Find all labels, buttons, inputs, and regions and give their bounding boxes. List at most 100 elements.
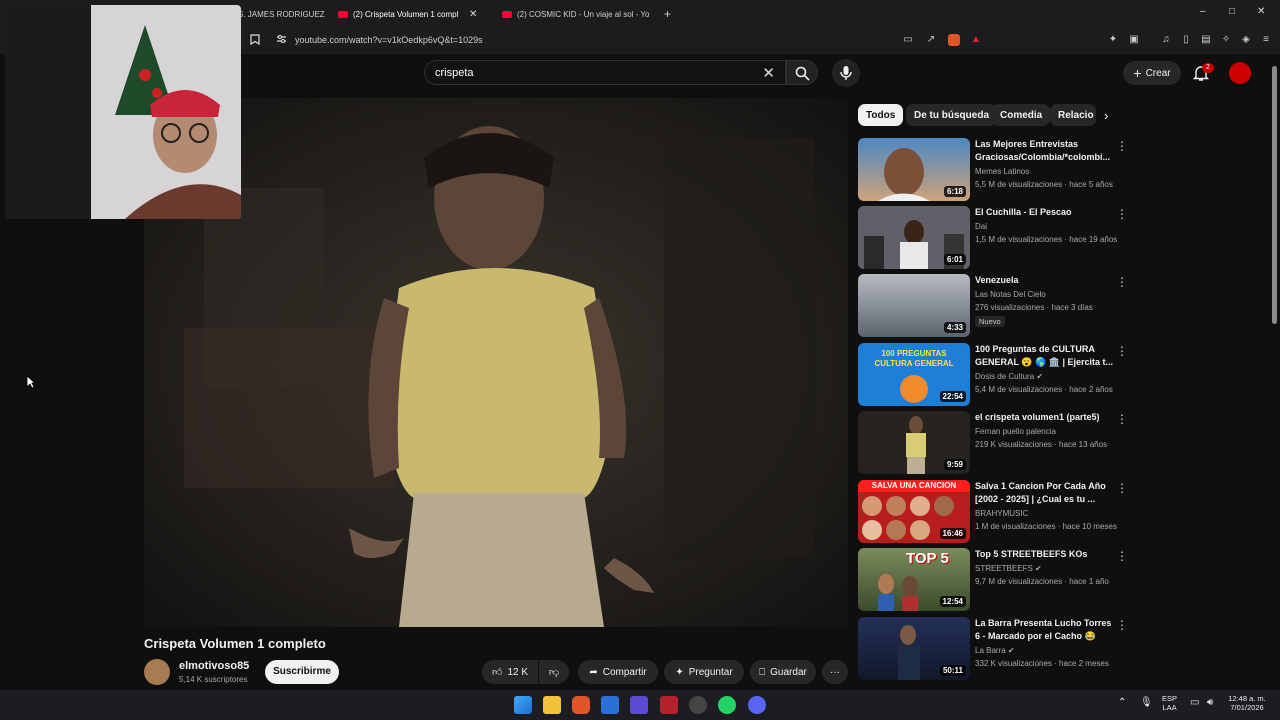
video-player[interactable] <box>144 98 848 627</box>
microsoft-store-icon[interactable] <box>601 696 619 714</box>
clear-search-icon[interactable]: ✕ <box>762 64 775 82</box>
chip-todos[interactable]: Todos <box>858 104 904 126</box>
chevron-right-icon[interactable]: › <box>1104 108 1108 123</box>
bookmark-icon[interactable] <box>249 34 261 46</box>
voice-search-button[interactable] <box>832 59 860 87</box>
browser-tab-1[interactable]: S. JAMES RODRIGUEZ <box>238 4 330 24</box>
game-app-icon[interactable] <box>630 696 648 714</box>
site-settings-icon[interactable] <box>275 34 287 46</box>
rec-channel[interactable]: La Barra ✔ <box>975 646 1125 655</box>
chip-comedia[interactable]: Comedia <box>992 104 1051 126</box>
file-explorer-icon[interactable] <box>543 696 561 714</box>
microphone-tray-icon[interactable]: 🎙︎ <box>1140 697 1153 708</box>
url-field[interactable]: youtube.com/watch?v=v1kOedkp6vQ&t=1029s <box>295 35 483 45</box>
rec-title[interactable]: Venezuela <box>975 274 1115 287</box>
rec-channel[interactable]: BRAHYMUSIC <box>975 509 1125 518</box>
search-button[interactable] <box>786 60 818 85</box>
share-button[interactable]: ➦ Compartir <box>578 660 658 684</box>
close-window-button[interactable]: ✕ <box>1257 6 1265 17</box>
list-item[interactable]: TOP 5 12:54 Top 5 STREETBEEFS KOs STREET… <box>858 548 1130 612</box>
calendar-app-icon[interactable] <box>660 696 678 714</box>
rec-title[interactable]: Las Mejores Entrevistas Graciosas/Colomb… <box>975 138 1115 164</box>
more-actions-button[interactable]: ··· <box>822 660 848 684</box>
kebab-menu-icon[interactable]: ⋮ <box>1116 139 1128 153</box>
list-item[interactable]: 9:59 el crispeta volumen1 (parte5) Ferna… <box>858 411 1130 475</box>
kebab-menu-icon[interactable]: ⋮ <box>1116 618 1128 632</box>
rec-title[interactable]: La Barra Presenta Lucho Torres 6 - Marca… <box>975 617 1115 643</box>
create-button[interactable]: + Crear <box>1123 61 1181 85</box>
menu-icon[interactable]: ≡ <box>1260 34 1272 46</box>
video-thumbnail[interactable]: TOP 5 12:54 <box>858 548 970 611</box>
rec-channel[interactable]: STREETBEEFS ✔ <box>975 564 1125 573</box>
channel-avatar[interactable] <box>144 659 170 685</box>
video-thumbnail[interactable]: 100 PREGUNTAS CULTURA GENERAL 22:54 <box>858 343 970 406</box>
new-tab-button[interactable]: + <box>664 4 671 24</box>
brave-rewards-icon[interactable]: ▲ <box>970 34 982 46</box>
ask-button[interactable]: ✦ Preguntar <box>664 660 744 684</box>
kebab-menu-icon[interactable]: ⋮ <box>1116 275 1128 289</box>
list-item[interactable]: 6:18 Las Mejores Entrevistas Graciosas/C… <box>858 138 1130 202</box>
extensions-icon[interactable]: ✦ <box>1107 34 1119 46</box>
kebab-menu-icon[interactable]: ⋮ <box>1116 549 1128 563</box>
rec-channel[interactable]: Las Notas Del Cielo <box>975 290 1125 299</box>
rec-title[interactable]: Top 5 STREETBEEFS KOs <box>975 548 1115 561</box>
list-item[interactable]: 4:33 Venezuela Las Notas Del Cielo 276 v… <box>858 274 1130 338</box>
rec-channel[interactable]: Fernan puello palencia <box>975 427 1125 436</box>
media-icon[interactable]: ♫ <box>1160 34 1172 46</box>
video-thumbnail[interactable]: 9:59 <box>858 411 970 474</box>
vpn-icon[interactable]: ◈ <box>1240 34 1252 46</box>
discord-icon[interactable] <box>748 696 766 714</box>
language-indicator[interactable]: ESP LAA <box>1162 694 1177 712</box>
like-button[interactable]: 👍︎ 12 K <box>482 660 538 684</box>
sparkle-icon[interactable]: ✧ <box>1220 34 1232 46</box>
tray-chevron-icon[interactable]: ⌃ <box>1118 697 1126 708</box>
save-button[interactable]: ⎕ Guardar <box>750 660 816 684</box>
page-scrollbar[interactable] <box>1272 66 1277 324</box>
list-item[interactable]: 6:01 El Cuchilla - El Pescao Dai 1,5 M d… <box>858 206 1130 270</box>
list-item[interactable]: 100 PREGUNTAS CULTURA GENERAL 22:54 100 … <box>858 343 1130 407</box>
chip-de-tu-busqueda[interactable]: De tu búsqueda <box>906 104 998 126</box>
browser-tab-2[interactable]: (2) Crispeta Volumen 1 compl ✕ <box>338 4 488 24</box>
list-item[interactable]: SALVA UNA CANCION 16:46 Salva 1 Cancion … <box>858 480 1130 544</box>
video-thumbnail[interactable]: 4:33 <box>858 274 970 337</box>
dislike-button[interactable]: 👎︎ <box>539 660 569 684</box>
browser-tab-3[interactable]: (2) COSMIC KID - Un viaje al sol - You <box>502 4 652 24</box>
list-item[interactable]: 50:11 La Barra Presenta Lucho Torres 6 -… <box>858 617 1130 681</box>
channel-name[interactable]: elmotivoso85 <box>179 660 249 672</box>
sidebar-icon[interactable]: ▯ <box>1180 34 1192 46</box>
windows-start-icon[interactable] <box>514 696 532 714</box>
brave-browser-icon[interactable] <box>572 696 590 714</box>
rec-channel[interactable]: Memes Latinos <box>975 167 1125 176</box>
video-thumbnail[interactable]: SALVA UNA CANCION 16:46 <box>858 480 970 543</box>
minimize-button[interactable]: – <box>1200 6 1206 17</box>
subscribe-button[interactable]: Suscribirme <box>265 660 339 684</box>
kebab-menu-icon[interactable]: ⋮ <box>1116 481 1128 495</box>
volume-icon[interactable]: 🔊︎ <box>1207 697 1213 708</box>
whatsapp-icon[interactable] <box>718 696 736 714</box>
chip-relacionados[interactable]: Relacio <box>1050 104 1096 126</box>
kebab-menu-icon[interactable]: ⋮ <box>1116 344 1128 358</box>
video-thumbnail[interactable]: 6:01 <box>858 206 970 269</box>
rec-title[interactable]: el crispeta volumen1 (parte5) <box>975 411 1115 424</box>
maximize-button[interactable]: □ <box>1229 6 1235 17</box>
kebab-menu-icon[interactable]: ⋮ <box>1116 412 1128 426</box>
rec-title[interactable]: El Cuchilla - El Pescao <box>975 206 1115 219</box>
kebab-menu-icon[interactable]: ⋮ <box>1116 207 1128 221</box>
account-avatar[interactable] <box>1229 62 1251 84</box>
search-input[interactable]: crispeta ✕ <box>424 60 786 85</box>
display-icon[interactable]: ▭ <box>1190 697 1199 708</box>
rec-channel[interactable]: Dai <box>975 222 1125 231</box>
clock[interactable]: 12:48 a. m. 7/01/2026 <box>1225 694 1269 712</box>
brave-shields-icon[interactable] <box>948 34 960 46</box>
wallet-icon[interactable]: ▣ <box>1128 34 1140 46</box>
rec-title[interactable]: 100 Preguntas de CULTURA GENERAL 😮 🌎 🏛️ … <box>975 343 1115 369</box>
video-thumbnail[interactable]: 50:11 <box>858 617 970 680</box>
close-tab-icon[interactable]: ✕ <box>469 9 477 20</box>
share-icon[interactable]: ↗ <box>925 34 937 46</box>
rec-channel[interactable]: Dosis de Cultura ✔ <box>975 372 1125 381</box>
leo-ai-icon[interactable]: ▤ <box>1200 34 1212 46</box>
video-thumbnail[interactable]: 6:18 <box>858 138 970 201</box>
rec-title[interactable]: Salva 1 Cancion Por Cada Año [2002 - 202… <box>975 480 1115 506</box>
cast-icon[interactable]: ▭ <box>902 34 914 46</box>
chatgpt-icon[interactable] <box>689 696 707 714</box>
